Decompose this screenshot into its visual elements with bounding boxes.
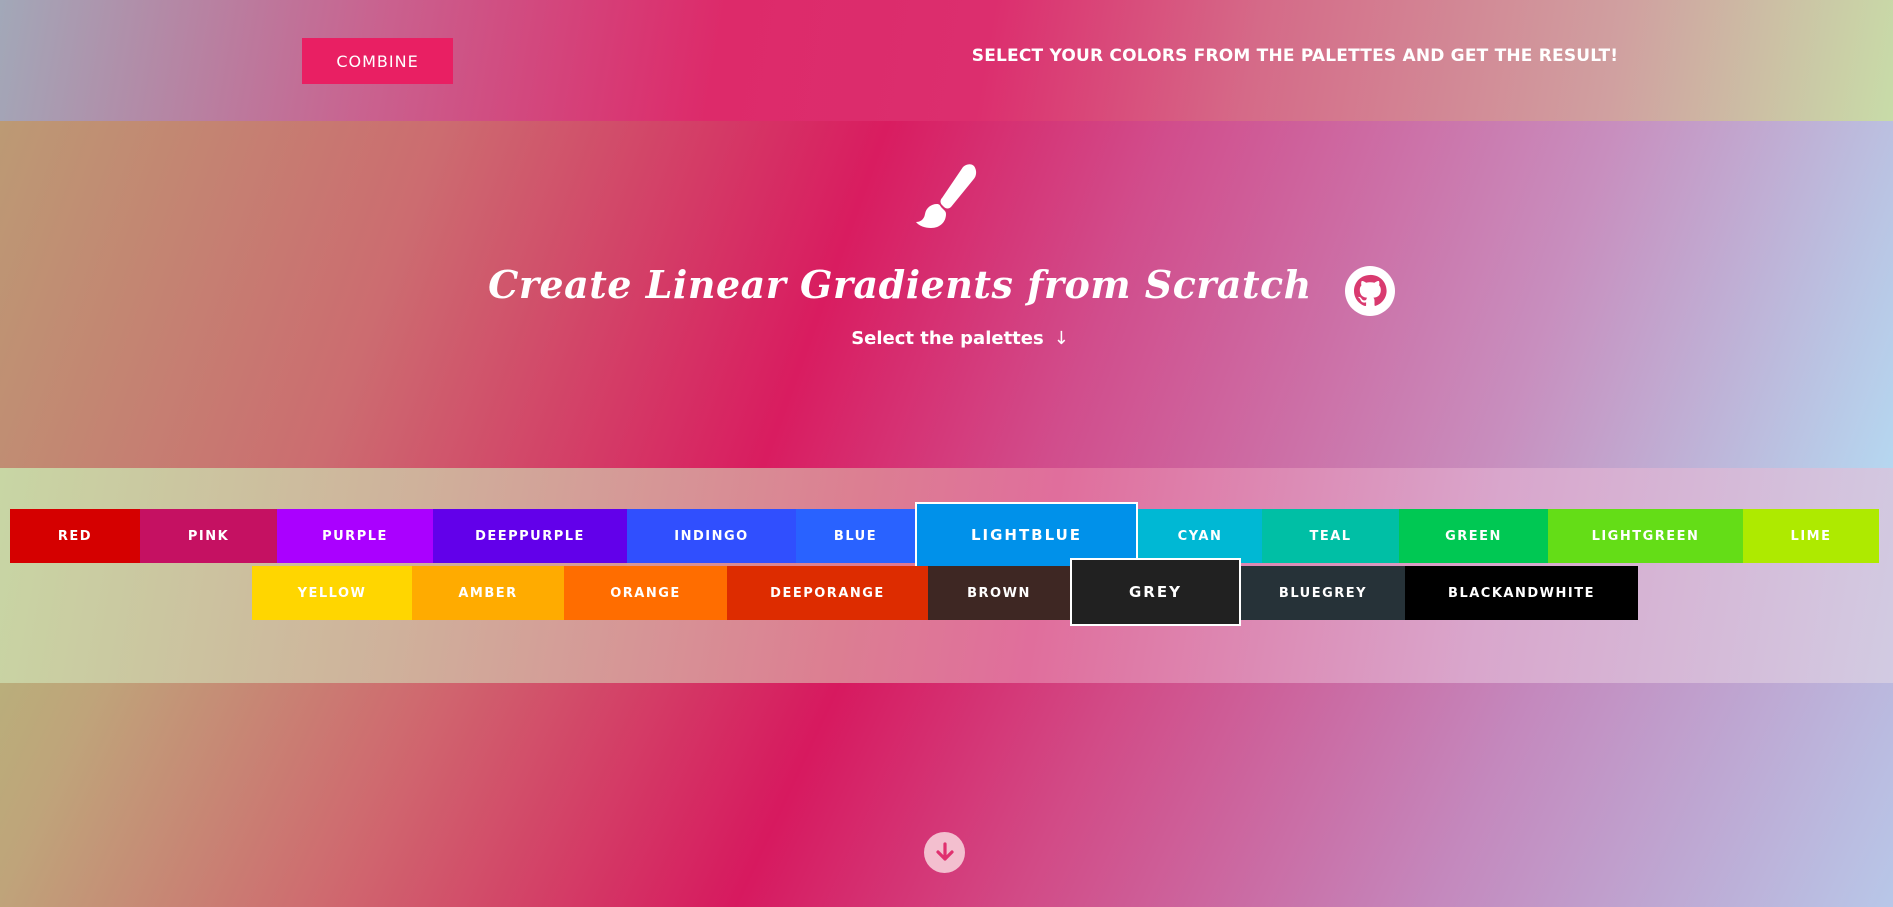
combine-button[interactable]: COMBINE	[302, 38, 453, 84]
palette-lime[interactable]: LIME	[1743, 509, 1879, 563]
palette-green[interactable]: GREEN	[1399, 509, 1548, 563]
palette-teal[interactable]: TEAL	[1262, 509, 1399, 563]
page-title: Create Linear Gradients from Scratch	[488, 262, 1312, 307]
palette-amber[interactable]: AMBER	[412, 566, 564, 620]
paintbrush-icon	[916, 164, 977, 228]
palette-yellow[interactable]: YELLOW	[252, 566, 412, 620]
palette-brown[interactable]: BROWN	[928, 566, 1070, 620]
palette-red[interactable]: RED	[10, 509, 140, 563]
palette-pink[interactable]: PINK	[140, 509, 277, 563]
palette-grey[interactable]: GREY	[1070, 558, 1241, 626]
palette-deeppurple[interactable]: DEEPPURPLE	[433, 509, 627, 563]
palette-blackandwhite[interactable]: BLACKANDWHITE	[1405, 566, 1638, 620]
github-icon[interactable]	[1345, 266, 1395, 316]
arrow-down-circle-icon	[935, 841, 954, 861]
palette-cyan[interactable]: CYAN	[1138, 509, 1262, 563]
palette-bluegrey[interactable]: BLUEGREY	[1241, 566, 1405, 620]
scroll-down-button[interactable]	[924, 832, 965, 873]
top-bar: COMBINE SELECT YOUR COLORS FROM THE PALE…	[0, 0, 1893, 121]
subtitle-text: Select the palettes	[851, 328, 1044, 349]
tagline: SELECT YOUR COLORS FROM THE PALETTES AND…	[971, 46, 1619, 66]
palette-blue[interactable]: BLUE	[796, 509, 915, 563]
select-palettes-hint: Select the palettes ↓	[820, 328, 1100, 349]
palette-indingo[interactable]: INDINGO	[627, 509, 796, 563]
palette-orange[interactable]: ORANGE	[564, 566, 727, 620]
palette-lightgreen[interactable]: LIGHTGREEN	[1548, 509, 1743, 563]
down-arrow-icon: ↓	[1053, 328, 1069, 349]
palette-purple[interactable]: PURPLE	[277, 509, 433, 563]
palette-deeporange[interactable]: DEEPORANGE	[727, 566, 928, 620]
